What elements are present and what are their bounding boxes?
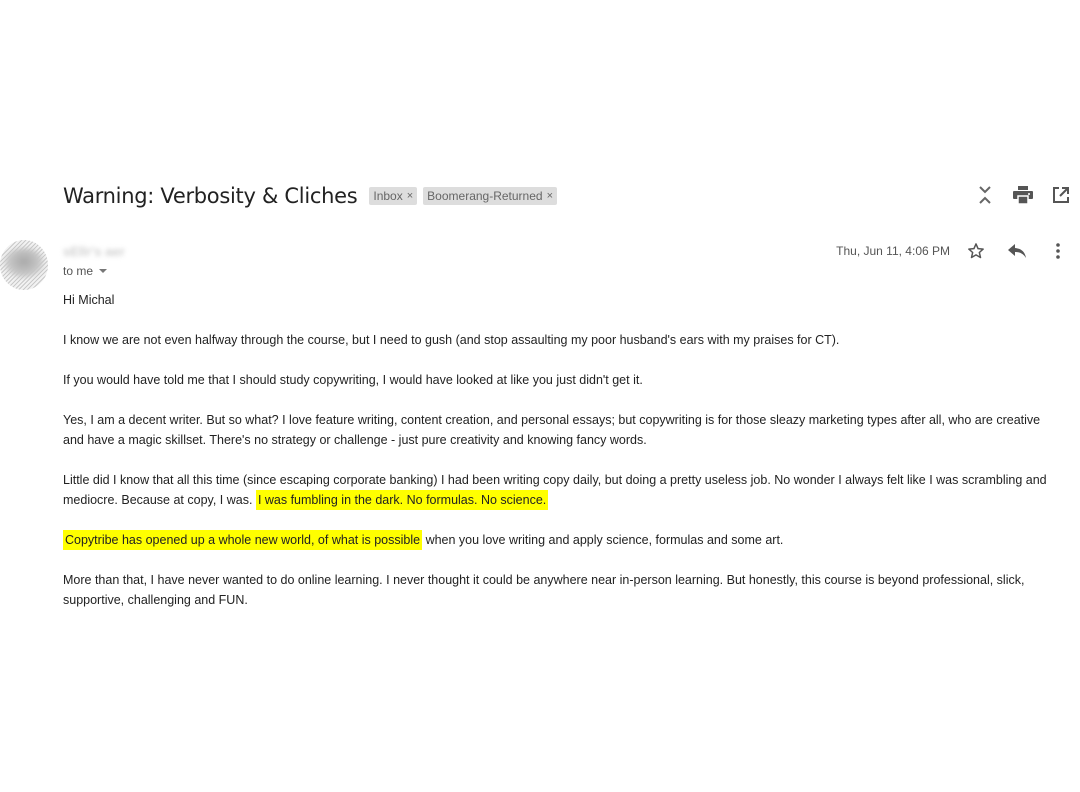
body-paragraph: I know we are not even halfway through t… [63, 333, 840, 347]
label-chip-inbox[interactable]: Inbox × [369, 187, 418, 205]
highlighted-text: I was fumbling in the dark. No formulas.… [255, 490, 549, 510]
message-meta: Thu, Jun 11, 4:06 PM [836, 238, 1070, 264]
body-paragraph: Copytribe has opened up a whole new worl… [63, 530, 1063, 550]
message-date: Thu, Jun 11, 4:06 PM [836, 244, 950, 258]
recipient-label: to me [63, 264, 94, 278]
star-icon[interactable] [964, 239, 988, 263]
print-icon[interactable] [1012, 184, 1034, 206]
thread-actions [958, 184, 1072, 206]
sender-name[interactable]: sEllr's aer [63, 244, 125, 259]
label-chip-text: Boomerang-Returned [427, 189, 543, 203]
body-paragraph: If you would have told me that I should … [63, 373, 643, 387]
more-vert-icon[interactable] [1046, 239, 1070, 263]
label-chip-boomerang-returned[interactable]: Boomerang-Returned × [423, 187, 558, 205]
recipient-details-toggle[interactable]: to me [63, 264, 108, 278]
greeting: Hi Michal [63, 293, 115, 307]
subject-bar: Warning: Verbosity & Cliches Inbox × Boo… [63, 180, 563, 212]
body-text: Little did I know that all this time (si… [63, 473, 1047, 507]
email-subject: Warning: Verbosity & Cliches [63, 184, 358, 208]
chevron-down-icon [99, 269, 108, 273]
message-body: Hi Michal I know we are not even halfway… [63, 290, 1063, 630]
highlighted-text: Copytribe has opened up a whole new worl… [63, 530, 423, 550]
body-text: when you love writing and apply science,… [425, 533, 784, 547]
reply-icon[interactable] [1005, 239, 1029, 263]
body-paragraph: Little did I know that all this time (si… [63, 470, 1063, 510]
remove-label-icon[interactable]: × [407, 190, 413, 202]
body-paragraph: Yes, I am a decent writer. But so what? … [63, 413, 1041, 447]
label-chip-text: Inbox [373, 189, 403, 203]
open-in-new-window-icon[interactable] [1050, 184, 1072, 206]
collapse-all-icon[interactable] [974, 184, 996, 206]
body-paragraph: More than that, I have never wanted to d… [63, 573, 1025, 607]
sender-avatar[interactable] [0, 240, 48, 290]
remove-label-icon[interactable]: × [547, 190, 553, 202]
